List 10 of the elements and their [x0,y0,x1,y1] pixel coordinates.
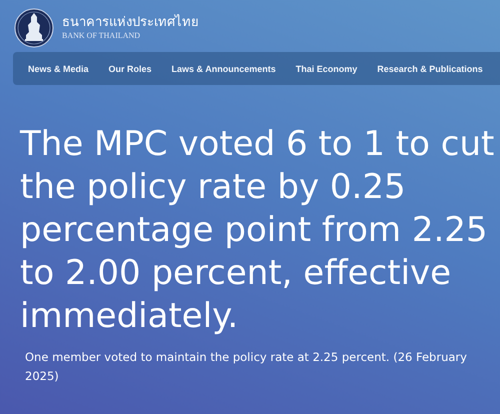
nav-item[interactable]: Laws & Announcements [162,64,286,74]
bank-name: BANK OF THAILAND [62,31,142,41]
nav-item[interactable]: Thai Economy [286,64,368,74]
nav-item[interactable]: Research & Publications [367,64,493,74]
bank-name: ธนาคารแห่งประเทศไทย [62,15,199,31]
subtext: One member voted to maintain the policy rate at 2.25 percent. (26 February 2025) [25,349,468,385]
seal-icon[interactable] [14,8,54,48]
nav-item[interactable]: Our Roles [98,64,162,74]
headline: The MPC voted 6 to 1 to cut the policy rate by 0.25 percentage point from 2.25 to 2.00 percent, effective immediately. [20,123,496,338]
nav-item[interactable]: News & Media [18,64,99,74]
